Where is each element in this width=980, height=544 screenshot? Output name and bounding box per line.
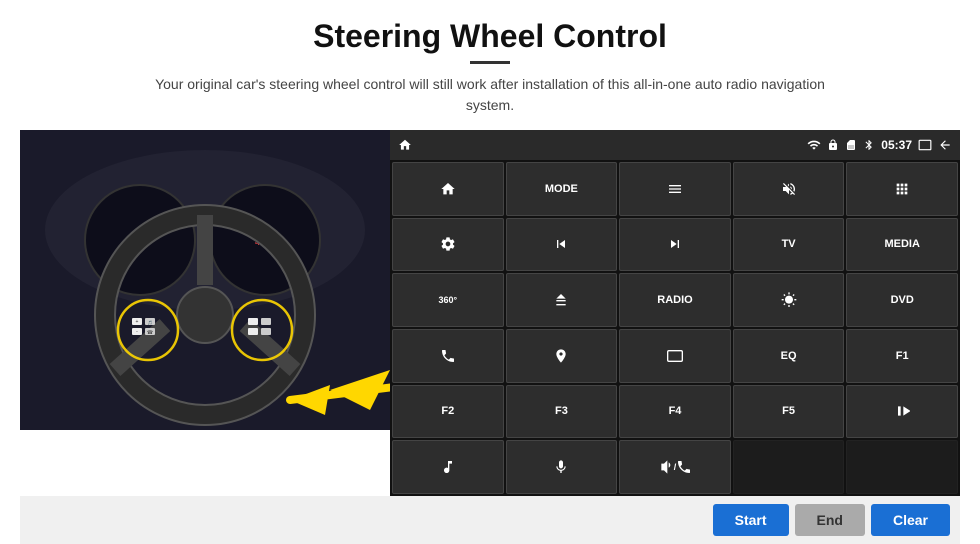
btn-prev[interactable] xyxy=(506,218,618,272)
btn-music[interactable] xyxy=(392,440,504,494)
page-title: Steering Wheel Control xyxy=(313,18,667,55)
start-button[interactable]: Start xyxy=(713,504,789,536)
btn-brightness[interactable] xyxy=(733,273,845,327)
clear-button[interactable]: Clear xyxy=(871,504,950,536)
btn-settings[interactable] xyxy=(392,218,504,272)
steering-wheel-image: 100 4000 + - 🎵 xyxy=(20,130,390,430)
btn-screen[interactable] xyxy=(619,329,731,383)
btn-mute[interactable] xyxy=(733,162,845,216)
btn-nav[interactable] xyxy=(506,329,618,383)
btn-media[interactable]: MEDIA xyxy=(846,218,958,272)
btn-play-pause[interactable] xyxy=(846,385,958,439)
btn-360[interactable]: 360° xyxy=(392,273,504,327)
status-bar: 05:37 xyxy=(390,130,960,160)
btn-f2[interactable]: F2 xyxy=(392,385,504,439)
btn-f4[interactable]: F4 xyxy=(619,385,731,439)
btn-next[interactable] xyxy=(619,218,731,272)
btn-dvd[interactable]: DVD xyxy=(846,273,958,327)
btn-empty-1 xyxy=(733,440,845,494)
btn-f3[interactable]: F3 xyxy=(506,385,618,439)
btn-mode[interactable]: MODE xyxy=(506,162,618,216)
btn-phone[interactable] xyxy=(392,329,504,383)
svg-text:☎: ☎ xyxy=(147,330,153,336)
bottom-bar: Start End Clear xyxy=(20,496,960,544)
btn-tv[interactable]: TV xyxy=(733,218,845,272)
btn-empty-2 xyxy=(846,440,958,494)
btn-radio[interactable]: RADIO xyxy=(619,273,731,327)
status-right: 05:37 xyxy=(807,138,952,152)
android-panel: 05:37 MODE xyxy=(390,130,960,496)
status-left xyxy=(398,138,412,152)
btn-apps[interactable] xyxy=(846,162,958,216)
btn-eject[interactable] xyxy=(506,273,618,327)
end-button[interactable]: End xyxy=(795,504,865,536)
page-subtitle: Your original car's steering wheel contr… xyxy=(140,74,840,116)
button-grid: MODE TV xyxy=(390,160,960,496)
status-time: 05:37 xyxy=(881,138,912,152)
btn-eq[interactable]: EQ xyxy=(733,329,845,383)
btn-home[interactable] xyxy=(392,162,504,216)
svg-text:🎵: 🎵 xyxy=(148,320,153,325)
btn-f5[interactable]: F5 xyxy=(733,385,845,439)
btn-mic[interactable] xyxy=(506,440,618,494)
svg-text:+: + xyxy=(136,319,139,325)
title-divider xyxy=(470,61,510,64)
content-area: 100 4000 + - 🎵 xyxy=(20,130,960,496)
btn-f1[interactable]: F1 xyxy=(846,329,958,383)
btn-menu[interactable] xyxy=(619,162,731,216)
btn-vol-phone[interactable]: / xyxy=(619,440,731,494)
